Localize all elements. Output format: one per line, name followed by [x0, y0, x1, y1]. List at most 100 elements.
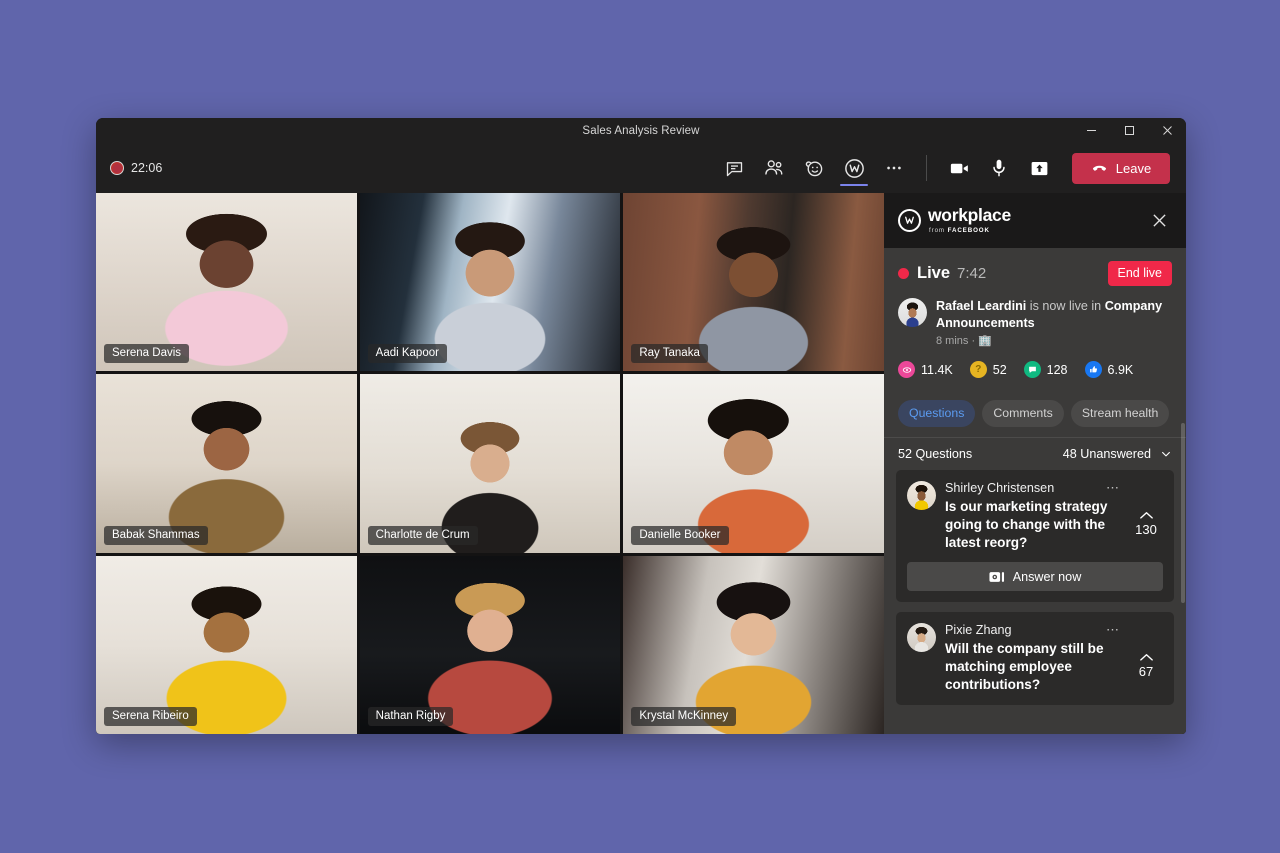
camera-button[interactable] [939, 148, 979, 188]
workplace-app-button[interactable] [834, 148, 874, 188]
camera-icon [948, 157, 971, 180]
live-elapsed-time: 7:42 [957, 265, 987, 282]
share-screen-button[interactable] [1019, 148, 1059, 188]
share-screen-icon [1029, 158, 1050, 179]
chat-icon [724, 158, 745, 179]
post-author: Rafael Leardini [936, 299, 1027, 313]
leave-label: Leave [1115, 160, 1152, 176]
workplace-wordmark: workplace [928, 204, 1011, 225]
participant-name: Serena Ribeiro [104, 706, 197, 726]
answer-now-label: Answer now [1012, 569, 1082, 584]
more-options-icon[interactable]: ⋯ [1098, 481, 1120, 494]
toolbar-actions: Leave [714, 148, 1170, 188]
participant-name: Krystal McKinney [631, 706, 737, 726]
question-card[interactable]: Pixie Zhang ⋯ Will the company still be … [896, 612, 1174, 705]
post-timestamp: 8 mins · [936, 335, 976, 348]
question-card[interactable]: Shirley Christensen ⋯ Is our marketing s… [896, 470, 1174, 603]
participant-name: Babak Shammas [104, 525, 208, 545]
leave-button[interactable]: Leave [1072, 152, 1170, 184]
teams-meeting-window: Sales Analysis Review 22:06 Leave Serena… [96, 118, 1186, 734]
question-top: Shirley Christensen ⋯ Is our marketing s… [907, 481, 1163, 551]
tab-comments[interactable]: Comments [982, 400, 1064, 428]
question-author-row: Pixie Zhang ⋯ [945, 623, 1120, 637]
workplace-panel: workplace from FACEBOOK Live 7:42 End li… [884, 193, 1186, 734]
from-prefix: from [929, 227, 948, 235]
answer-now-button[interactable]: Answer now [907, 562, 1163, 592]
question-badge-icon: ? [969, 361, 987, 379]
stat-views: 11.4K [898, 361, 953, 379]
tab-questions[interactable]: Questions [898, 400, 976, 428]
workplace-logo: workplace from FACEBOOK [898, 204, 1011, 234]
avatar [898, 298, 927, 327]
meeting-body: Serena Davis Aadi Kapoor Ray Tanaka Baba… [96, 193, 1186, 734]
participant-name: Danielle Booker [631, 525, 729, 545]
chevron-down-icon [1160, 448, 1172, 460]
stat-value: 52 [992, 362, 1007, 377]
maximize-button[interactable] [1110, 118, 1148, 143]
panel-scrollbar[interactable] [1180, 423, 1185, 603]
question-upvote[interactable]: 67 [1129, 623, 1163, 693]
live-dot-icon [898, 268, 909, 279]
question-upvote[interactable]: 130 [1129, 481, 1163, 551]
views-eye-icon [898, 361, 915, 379]
recording-timer: 22:06 [131, 161, 163, 175]
live-broadcast-section: Live 7:42 End live Rafael Leardini is no… [884, 248, 1186, 391]
video-tile[interactable]: Aadi Kapoor [359, 193, 621, 372]
comment-icon [1023, 361, 1041, 379]
reactions-icon [803, 157, 825, 179]
go-live-icon [989, 571, 1005, 583]
question-author-row: Shirley Christensen ⋯ [945, 481, 1120, 495]
live-label: Live [917, 264, 951, 282]
post-meta: 8 mins · 🏢 [936, 334, 1172, 347]
minimize-button[interactable] [1072, 118, 1110, 143]
video-tile[interactable]: Serena Davis [96, 193, 357, 372]
live-post-text: Rafael Leardini is now live in Company A… [936, 298, 1172, 331]
close-icon [1152, 213, 1167, 228]
avatar [907, 623, 936, 653]
close-panel-button[interactable] [1146, 208, 1172, 234]
workplace-from-facebook: from FACEBOOK [929, 227, 1011, 234]
meeting-toolbar: 22:06 Leave [96, 143, 1186, 193]
engagement-stats: 11.4K ? 52 128 6.9K [898, 361, 1172, 391]
question-vote-count: 67 [1138, 663, 1154, 679]
more-options-icon [884, 158, 904, 178]
end-live-button[interactable]: End live [1107, 261, 1172, 286]
people-button[interactable] [754, 148, 794, 188]
participant-name: Aadi Kapoor [367, 344, 447, 364]
recording-indicator: 22:06 [110, 161, 162, 175]
live-status-row: Live 7:42 End live [898, 261, 1172, 286]
video-tile[interactable]: Nathan Rigby [359, 555, 621, 734]
video-tile[interactable]: Danielle Booker [623, 374, 884, 553]
window-controls [1072, 118, 1186, 143]
question-text: Is our marketing strategy going to chang… [945, 499, 1108, 550]
participant-name: Nathan Rigby [367, 706, 454, 726]
record-dot-icon [110, 161, 124, 175]
participant-name: Charlotte de Crum [367, 525, 478, 545]
more-options-button[interactable] [874, 148, 914, 188]
stat-comments: 128 [1023, 361, 1068, 379]
question-top: Pixie Zhang ⋯ Will the company still be … [907, 623, 1163, 693]
video-tile[interactable]: Serena Ribeiro [96, 555, 357, 734]
participant-name: Ray Tanaka [631, 344, 708, 364]
panel-tabs: Questions Comments Stream health [884, 391, 1186, 437]
video-tile[interactable]: Ray Tanaka [623, 193, 884, 372]
video-tile[interactable]: Babak Shammas [96, 374, 357, 553]
live-post-info: Rafael Leardini is now live in Company A… [898, 298, 1172, 347]
stat-value: 128 [1046, 362, 1068, 377]
reactions-button[interactable] [794, 148, 834, 188]
tab-stream-health[interactable]: Stream health [1070, 400, 1170, 428]
chat-button[interactable] [714, 148, 754, 188]
close-button[interactable] [1148, 118, 1186, 143]
questions-filter[interactable]: 48 Unanswered [1063, 447, 1172, 461]
facebook-brand: FACEBOOK [947, 227, 990, 235]
hangup-icon [1091, 160, 1108, 177]
video-tile[interactable]: Charlotte de Crum [359, 374, 621, 553]
more-options-icon[interactable]: ⋯ [1098, 623, 1120, 636]
video-tile[interactable]: Krystal McKinney [623, 555, 884, 734]
chevron-up-icon [1139, 652, 1154, 663]
toolbar-divider [926, 155, 927, 181]
avatar [907, 481, 936, 511]
microphone-icon [988, 157, 1010, 179]
microphone-button[interactable] [979, 148, 1019, 188]
question-text: Will the company still be matching emplo… [945, 641, 1104, 692]
